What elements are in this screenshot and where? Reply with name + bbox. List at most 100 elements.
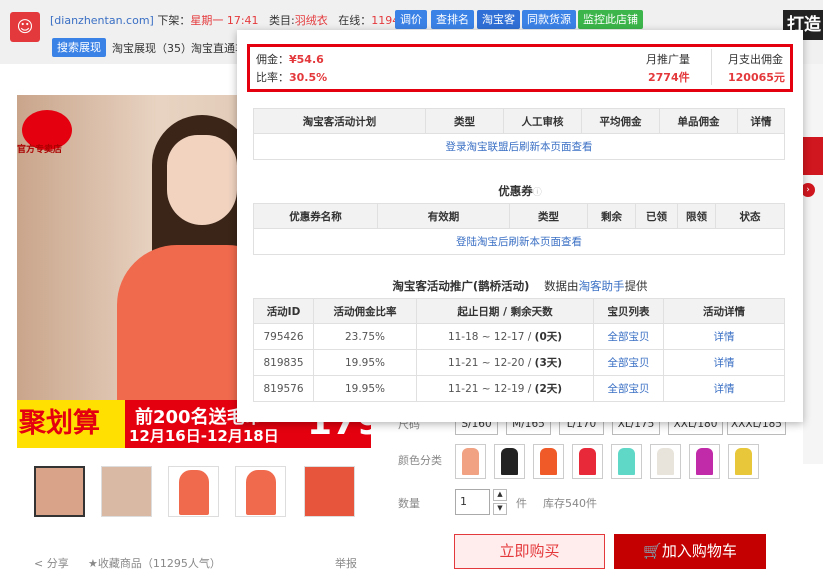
date-range: 11-21 ~ 12-19 / (447, 383, 535, 395)
thumbnail[interactable] (246, 470, 276, 515)
all-items-link[interactable]: 全部宝贝 (593, 375, 664, 402)
all-items-link[interactable]: 全部宝贝 (593, 349, 664, 376)
swatch-jacket (501, 448, 518, 475)
commission-value: ¥54.6 (289, 53, 324, 66)
swatch-jacket (657, 448, 674, 475)
check-rank-button[interactable]: 查排名 (431, 10, 474, 29)
rate-value: 30.5% (289, 71, 328, 84)
days-left: (3天) (534, 357, 563, 369)
monthly-promo-label: 月推广量 (646, 53, 690, 66)
col-header: 类型 (425, 108, 504, 134)
swatch-jacket (462, 448, 479, 475)
star-icon: ★ (88, 557, 98, 570)
same-source-button[interactable]: 同款货源 (522, 10, 576, 29)
monitor-store-button[interactable]: 监控此店铺 (578, 10, 643, 29)
banner-brand: 聚划算 (17, 400, 125, 448)
col-header: 单品佣金 (659, 108, 738, 134)
taobao-direct[interactable]: 淘宝直通车 (191, 40, 237, 56)
quantity-input[interactable]: 1 (455, 489, 490, 515)
coupon-table: 优惠券名称 有效期 类型 剩余 已领 限领 状态 登陆淘宝后刷新本页面查看 (253, 203, 785, 255)
chevron-right-icon[interactable]: › (801, 183, 815, 197)
all-items-link[interactable]: 全部宝贝 (593, 323, 664, 350)
activity-dates: 11-18 ~ 12-17 / (0天) (416, 323, 594, 350)
rate: 比率：30.5% (256, 69, 327, 85)
color-swatch[interactable] (689, 444, 720, 479)
col-header: 起止日期 / 剩余天数 (416, 298, 594, 324)
side-tab[interactable] (803, 137, 823, 175)
color-swatch[interactable] (572, 444, 603, 479)
search-display-button[interactable]: 搜索展现 (52, 38, 106, 57)
coupon-title-text: 优惠券 (498, 184, 533, 198)
days-left: (0天) (534, 331, 563, 343)
col-header: 已领 (635, 203, 678, 229)
quantity-label: 数量 (398, 497, 420, 510)
color-swatch[interactable] (494, 444, 525, 479)
table-row: 795426 23.75% 11-18 ~ 12-17 / (0天) 全部宝贝 详情 (253, 323, 785, 350)
details-link[interactable]: 详情 (663, 375, 785, 402)
divider (711, 49, 712, 85)
color-swatch[interactable] (650, 444, 681, 479)
col-header: 淘宝客活动计划 (253, 108, 426, 134)
thumbnail[interactable] (101, 466, 152, 517)
date-range: 11-21 ~ 12-20 / (447, 357, 535, 369)
color-swatch[interactable] (728, 444, 759, 479)
source-prefix: 数据由 (544, 279, 579, 293)
col-header: 活动详情 (663, 298, 785, 324)
col-header: 平均佣金 (581, 108, 660, 134)
table-row: 819835 19.95% 11-21 ~ 12-20 / (3天) 全部宝贝 详情 (253, 349, 785, 376)
login-alimama-link[interactable]: 登录淘宝联盟后刷新本页面查看 (253, 133, 785, 160)
details-link[interactable]: 详情 (663, 323, 785, 350)
site-link[interactable]: [dianzhentan.com] (50, 14, 154, 27)
quantity-decrease-button[interactable]: ▼ (493, 503, 507, 515)
monthly-pay-label: 月支出佣金 (728, 53, 783, 66)
activity-id: 795426 (253, 323, 314, 350)
swatch-jacket (735, 448, 752, 475)
thumbnail[interactable] (34, 466, 85, 517)
details-link[interactable]: 详情 (663, 349, 785, 376)
help-icon[interactable]: ⓘ (533, 188, 542, 198)
col-header: 有效期 (377, 203, 510, 229)
commission-label: 佣金： (256, 53, 289, 66)
activity-dates: 11-21 ~ 12-19 / (2天) (416, 375, 594, 402)
thumbnail[interactable] (179, 470, 209, 515)
col-header: 类型 (509, 203, 588, 229)
swatch-jacket (540, 448, 557, 475)
activity-table: 活动ID 活动佣金比率 起止日期 / 剩余天数 宝贝列表 活动详情 795426 23.7… (253, 298, 785, 402)
share-label: 分享 (46, 557, 69, 570)
col-header: 人工审核 (503, 108, 582, 134)
thumbnail[interactable] (304, 466, 355, 517)
activity-id: 819576 (253, 375, 314, 402)
monthly-pay-value: 120065元 (728, 71, 785, 84)
offshelf-value: 星期一 17:41 (190, 14, 259, 27)
col-header: 宝贝列表 (593, 298, 664, 324)
activity-rate: 19.95% (313, 375, 417, 402)
plugin-logo-icon[interactable]: ☺ (10, 12, 40, 42)
quantity-increase-button[interactable]: ▲ (493, 489, 507, 501)
category-value: 羽绒衣 (294, 14, 328, 27)
source-link[interactable]: 淘客助手 (579, 279, 625, 293)
buy-now-button[interactable]: 立即购买 (454, 534, 605, 569)
date-range: 11-18 ~ 12-17 / (447, 331, 535, 343)
banner-line2: 12月16日-12月18日 (129, 427, 279, 445)
taobao-display[interactable]: 淘宝展现（35） (112, 40, 192, 56)
coupon-title: 优惠券ⓘ (237, 183, 803, 199)
taobaoke-button[interactable]: 淘宝客 (477, 10, 520, 29)
plan-table: 淘宝客活动计划 类型 人工审核 平均佣金 单品佣金 详情 登录淘宝联盟后刷新本页面查看 (253, 108, 785, 160)
add-to-cart-button[interactable]: 🛒加入购物车 (614, 534, 766, 569)
adjust-price-button[interactable]: 调价 (395, 10, 427, 29)
color-swatch[interactable] (455, 444, 486, 479)
rate-label: 比率： (256, 71, 289, 84)
table-row: 819576 19.95% 11-21 ~ 12-19 / (2天) 全部宝贝 详情 (253, 375, 785, 402)
days-left: (2天) (534, 383, 563, 395)
color-label: 颜色分类 (398, 454, 442, 467)
col-header: 剩余 (587, 203, 636, 229)
col-header: 活动ID (253, 298, 314, 324)
quantity-unit: 件 (516, 497, 527, 510)
color-swatch[interactable] (611, 444, 642, 479)
color-swatch[interactable] (533, 444, 564, 479)
login-taobao-link[interactable]: 登陆淘宝后刷新本页面查看 (253, 228, 785, 255)
online-label: 在线： (338, 14, 372, 27)
activity-rate: 19.95% (313, 349, 417, 376)
col-header: 详情 (737, 108, 785, 134)
commission: 佣金：¥54.6 (256, 51, 324, 67)
